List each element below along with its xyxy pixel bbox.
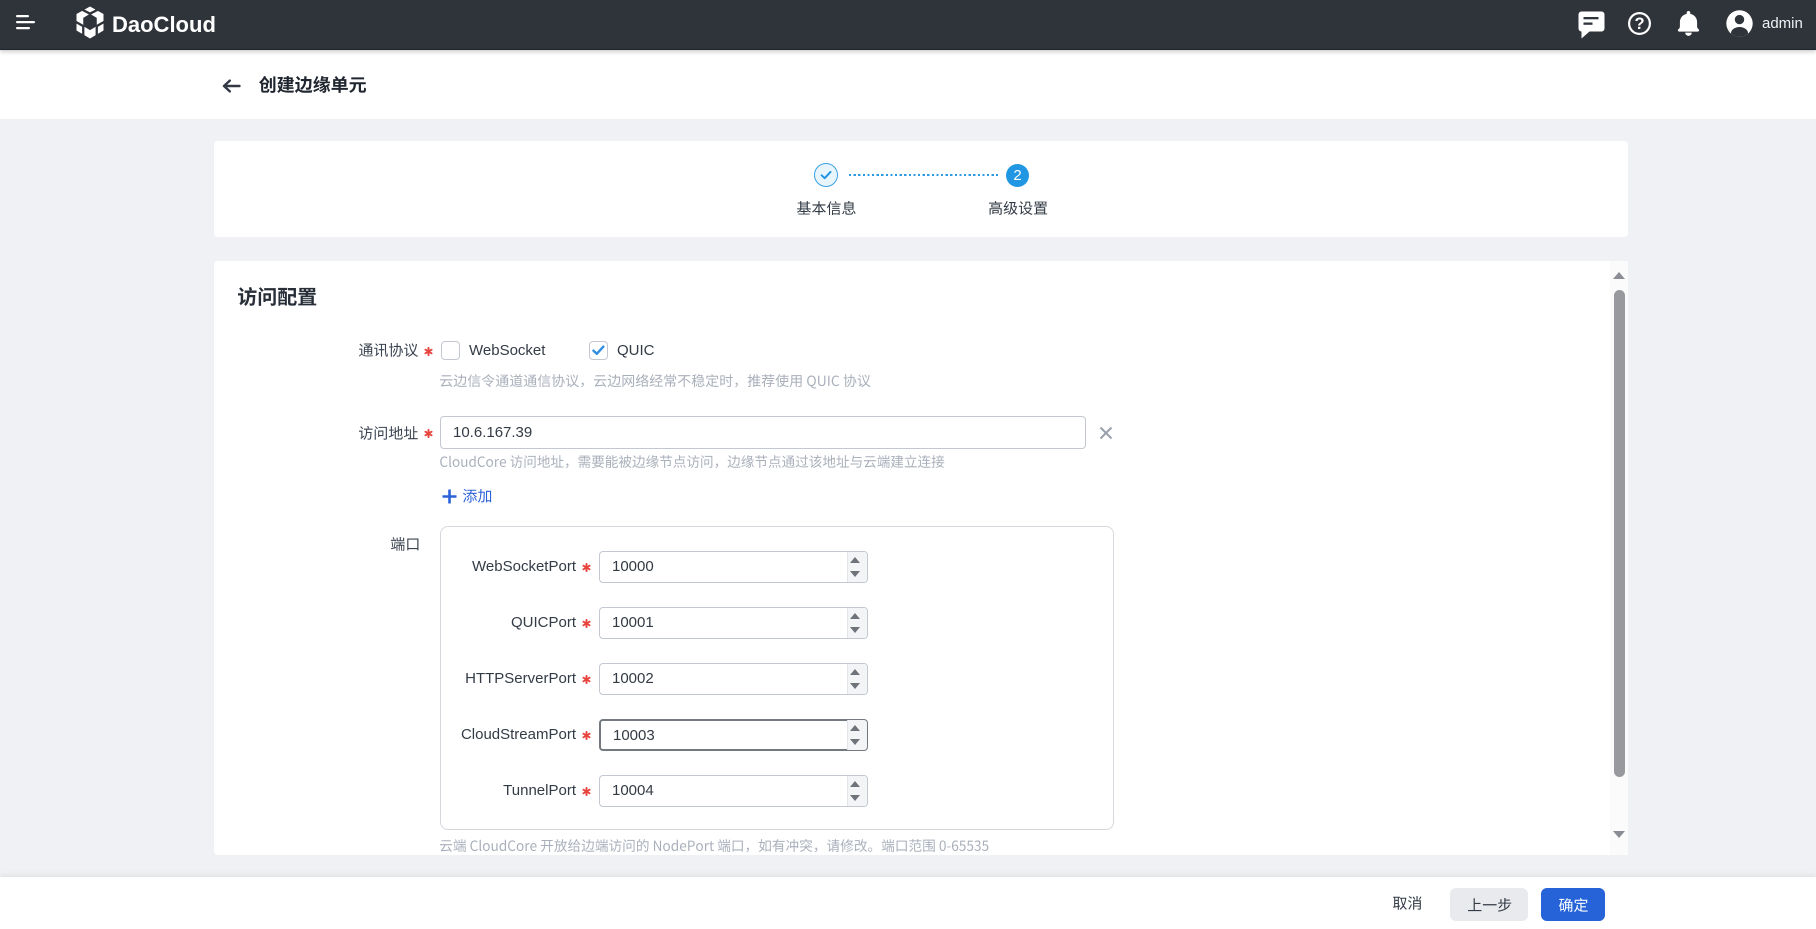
svg-text:?: ? <box>1634 15 1644 33</box>
